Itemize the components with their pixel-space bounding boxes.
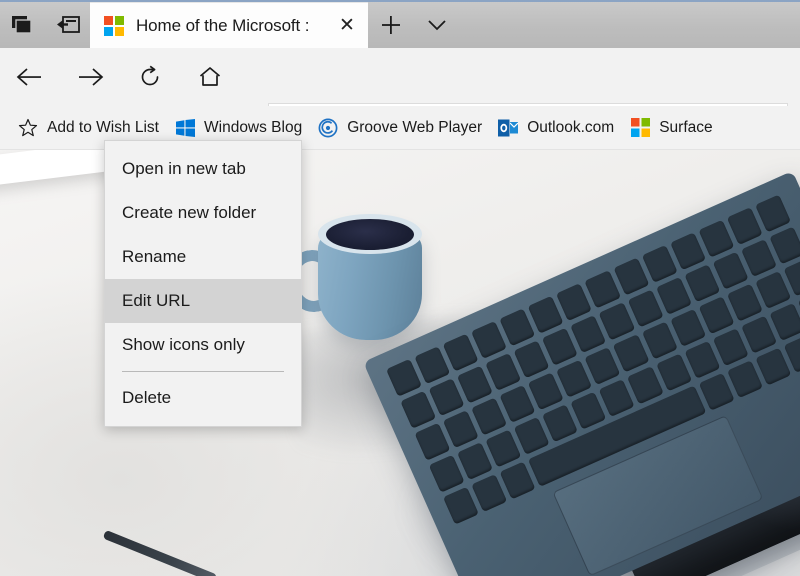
arrow-right-icon xyxy=(79,68,104,86)
menu-separator xyxy=(122,371,284,372)
microsoft-logo-icon xyxy=(630,118,650,138)
home-icon xyxy=(199,67,221,86)
chevron-down-icon xyxy=(428,20,446,31)
tab-active[interactable]: Home of the Microsoft : ✕ xyxy=(90,2,368,48)
title-bar: Home of the Microsoft : ✕ xyxy=(0,0,800,48)
menu-item-label: Open in new tab xyxy=(122,159,246,178)
arrow-left-icon xyxy=(16,68,41,86)
favorite-label: Groove Web Player xyxy=(347,118,483,136)
favorite-label: Add to Wish List xyxy=(47,118,159,136)
menu-item-label: Rename xyxy=(122,247,187,266)
favorite-groove-web-player[interactable]: Groove Web Player xyxy=(310,111,490,145)
tab-title: Home of the Microsoft : xyxy=(136,15,310,35)
plus-icon xyxy=(382,16,400,34)
tab-preview-icon xyxy=(11,16,32,34)
forward-button[interactable] xyxy=(60,48,120,106)
tabbar-controls xyxy=(368,2,460,48)
menu-item-delete[interactable]: Delete xyxy=(105,376,301,420)
back-button[interactable] xyxy=(0,48,60,106)
set-tabs-aside-button[interactable] xyxy=(45,2,90,48)
browser-window: Home of the Microsoft : ✕ Add to Wish Li… xyxy=(0,0,800,576)
favorite-outlook-com[interactable]: Outlook.com xyxy=(490,111,622,145)
close-icon[interactable]: ✕ xyxy=(334,13,360,39)
new-tab-button[interactable] xyxy=(368,2,414,48)
set-tabs-aside-icon xyxy=(56,16,80,33)
menu-item-create-new-folder[interactable]: Create new folder xyxy=(105,191,301,235)
navigation-bar: microsoft.com/en-us/surface xyxy=(0,48,800,146)
outlook-icon xyxy=(498,118,519,138)
menu-item-label: Show icons only xyxy=(122,335,245,354)
refresh-button[interactable] xyxy=(120,48,180,106)
microsoft-logo-icon xyxy=(104,15,124,36)
favorites-context-menu: Open in new tab Create new folder Rename… xyxy=(104,140,302,427)
favorite-label: Surface xyxy=(659,118,713,136)
menu-item-rename[interactable]: Rename xyxy=(105,235,301,279)
tab-options-button[interactable] xyxy=(414,2,460,48)
windows-logo-icon xyxy=(175,118,195,138)
menu-item-label: Delete xyxy=(122,388,172,407)
star-outline-icon xyxy=(18,118,38,138)
menu-item-open-in-new-tab[interactable]: Open in new tab xyxy=(105,147,301,191)
home-button[interactable] xyxy=(180,48,240,106)
favorite-label: Windows Blog xyxy=(204,118,303,136)
mug-coffee xyxy=(326,219,414,250)
menu-item-label: Edit URL xyxy=(122,291,191,310)
favorite-label: Outlook.com xyxy=(527,118,615,136)
menu-item-edit-url[interactable]: Edit URL xyxy=(105,279,301,323)
refresh-icon xyxy=(141,65,159,86)
groove-music-icon xyxy=(318,118,338,138)
tab-preview-button[interactable] xyxy=(0,2,45,48)
menu-item-label: Create new folder xyxy=(122,203,257,222)
menu-item-show-icons-only[interactable]: Show icons only xyxy=(105,323,301,367)
favorite-surface[interactable]: Surface xyxy=(622,111,720,145)
